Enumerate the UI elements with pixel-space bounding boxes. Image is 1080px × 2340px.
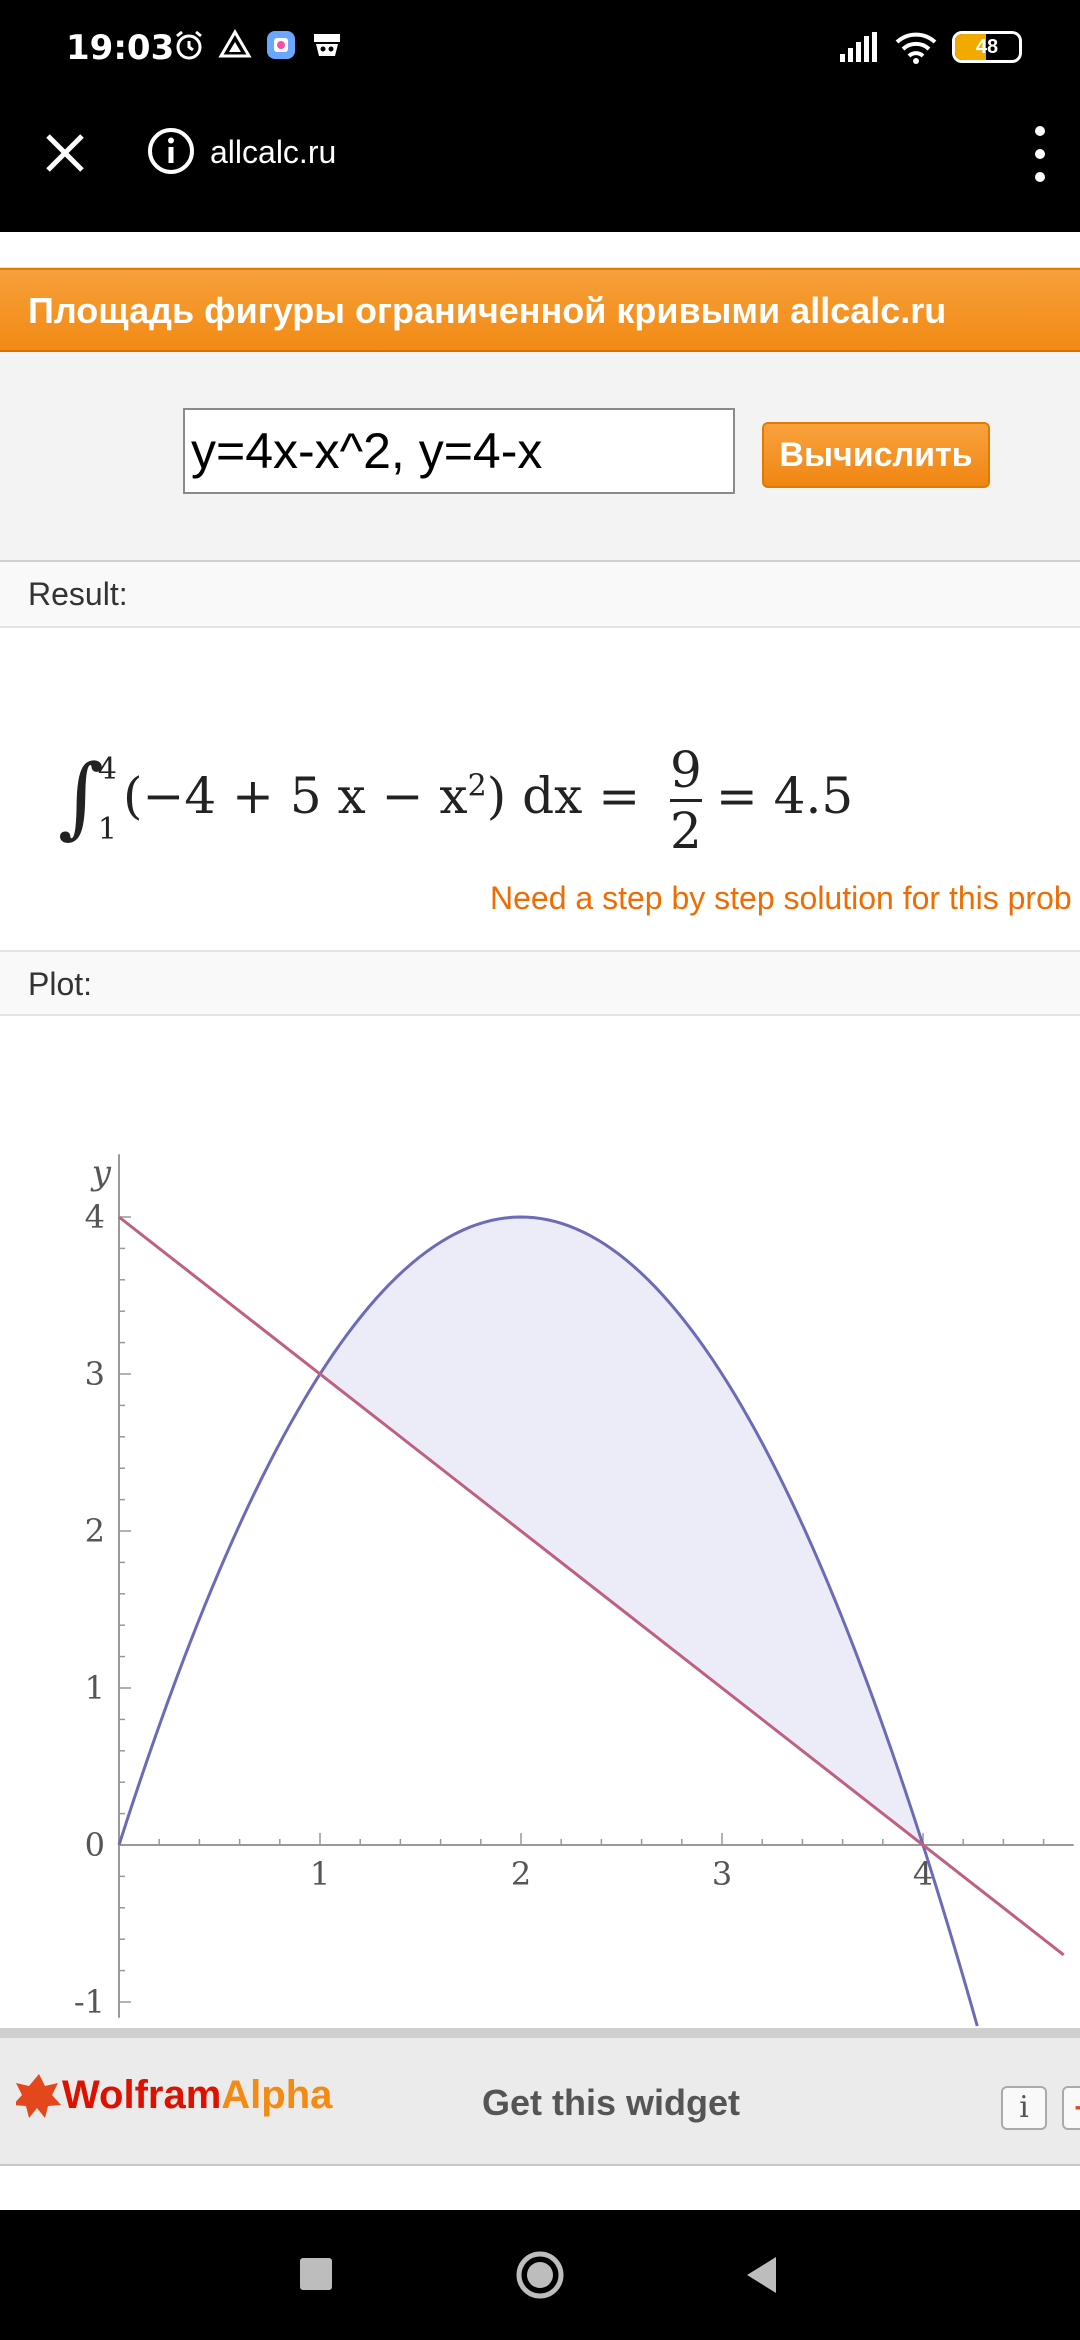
plot-area: 1234-101234xy — [0, 1032, 1080, 2028]
app-icon — [267, 31, 295, 59]
y-tick-label: 4 — [85, 1198, 105, 1236]
status-system-icons: 48 — [838, 30, 1022, 64]
y-tick-label: 2 — [85, 1512, 105, 1550]
y-tick-label: 0 — [85, 1826, 105, 1864]
calculate-button[interactable]: Вычислить — [762, 422, 990, 488]
x-tick-label: 4 — [913, 1855, 933, 1893]
integrand: (−4 + 5 x − x — [122, 767, 468, 825]
upper-limit: 4 — [97, 752, 117, 787]
browser-toolbar: allcalc.ru — [0, 98, 1080, 232]
close-icon[interactable] — [40, 128, 90, 178]
x-tick-label: 1 — [310, 1855, 330, 1893]
wifi-icon — [895, 32, 937, 64]
lower-limit: 1 — [97, 812, 117, 847]
wolfram-widget-bar: WolframAlpha Get this widget i + — [0, 2028, 1080, 2166]
wolfram-text: Wolfram — [62, 2072, 222, 2117]
integral-formula: ∫ 4 1 (−4 + 5 x − x2) dx = 9 2 = 4.5 — [58, 740, 853, 860]
back-icon[interactable] — [742, 2254, 782, 2296]
navigation-bar — [0, 2210, 1080, 2340]
plot-label: Plot: — [28, 966, 93, 1002]
signal-icon — [840, 32, 877, 62]
x-tick-label: 2 — [511, 1855, 531, 1893]
page-title: Площадь фигуры ограниченной кривыми allc… — [28, 290, 947, 331]
battery-level: 48 — [975, 36, 999, 58]
shaded-area — [320, 1217, 923, 1845]
get-widget-link[interactable]: Get this widget — [482, 2082, 740, 2124]
fraction-numerator: 9 — [670, 745, 702, 802]
info-icon[interactable] — [146, 126, 196, 176]
close-dx: ) dx = — [486, 767, 641, 825]
exponent: 2 — [467, 768, 487, 804]
step-solution-link[interactable]: Need a step by step solution for this pr… — [490, 880, 1072, 917]
y-axis-label: y — [90, 1153, 112, 1193]
widget-add-button[interactable]: + — [1062, 2086, 1080, 2130]
calculator-header: Площадь фигуры ограниченной кривыми allc… — [0, 268, 1080, 352]
more-vert-icon[interactable] — [1028, 126, 1052, 182]
plot-section-header: Plot: — [0, 950, 1080, 1016]
fraction: 92 — [670, 745, 702, 856]
y-tick-label: 3 — [85, 1355, 105, 1393]
recents-icon[interactable] — [300, 2258, 332, 2290]
battery-icon: 48 — [952, 31, 1022, 63]
integral-limits: 41 — [98, 740, 117, 860]
plot-chart: 1234-101234xy — [74, 1153, 1074, 2027]
home-icon[interactable] — [515, 2250, 565, 2300]
page-top-strip — [0, 232, 1080, 268]
app-icon — [314, 34, 340, 56]
wolfram-star-icon — [16, 2074, 61, 2118]
alpha-text: Alpha — [221, 2072, 333, 2117]
status-bar: 19:03 48 — [0, 0, 1080, 98]
alarm-icon — [176, 30, 202, 60]
result-section-header: Result: — [0, 562, 1080, 628]
result-value: = 4.5 — [715, 767, 854, 825]
wolfram-alpha-logo[interactable]: Wolfram Alpha — [16, 2072, 332, 2118]
url-text[interactable]: allcalc.ru — [210, 134, 336, 171]
input-panel: Вычислить — [0, 352, 1080, 562]
x-tick-label: 3 — [712, 1855, 732, 1893]
expression-input[interactable] — [183, 408, 735, 494]
app-icon — [218, 29, 252, 58]
status-notification-icons — [172, 28, 344, 62]
y-tick-label: 1 — [85, 1669, 105, 1707]
result-area: ∫ 4 1 (−4 + 5 x − x2) dx = 9 2 = 4.5 Need a s… — [0, 628, 1080, 950]
page-bottom — [0, 2166, 1080, 2210]
y-tick-label: -1 — [74, 1983, 105, 2021]
fraction-denominator: 2 — [670, 801, 702, 860]
widget-info-button[interactable]: i — [1001, 2086, 1047, 2130]
status-time: 19:03 — [66, 28, 175, 68]
result-label: Result: — [28, 576, 128, 612]
